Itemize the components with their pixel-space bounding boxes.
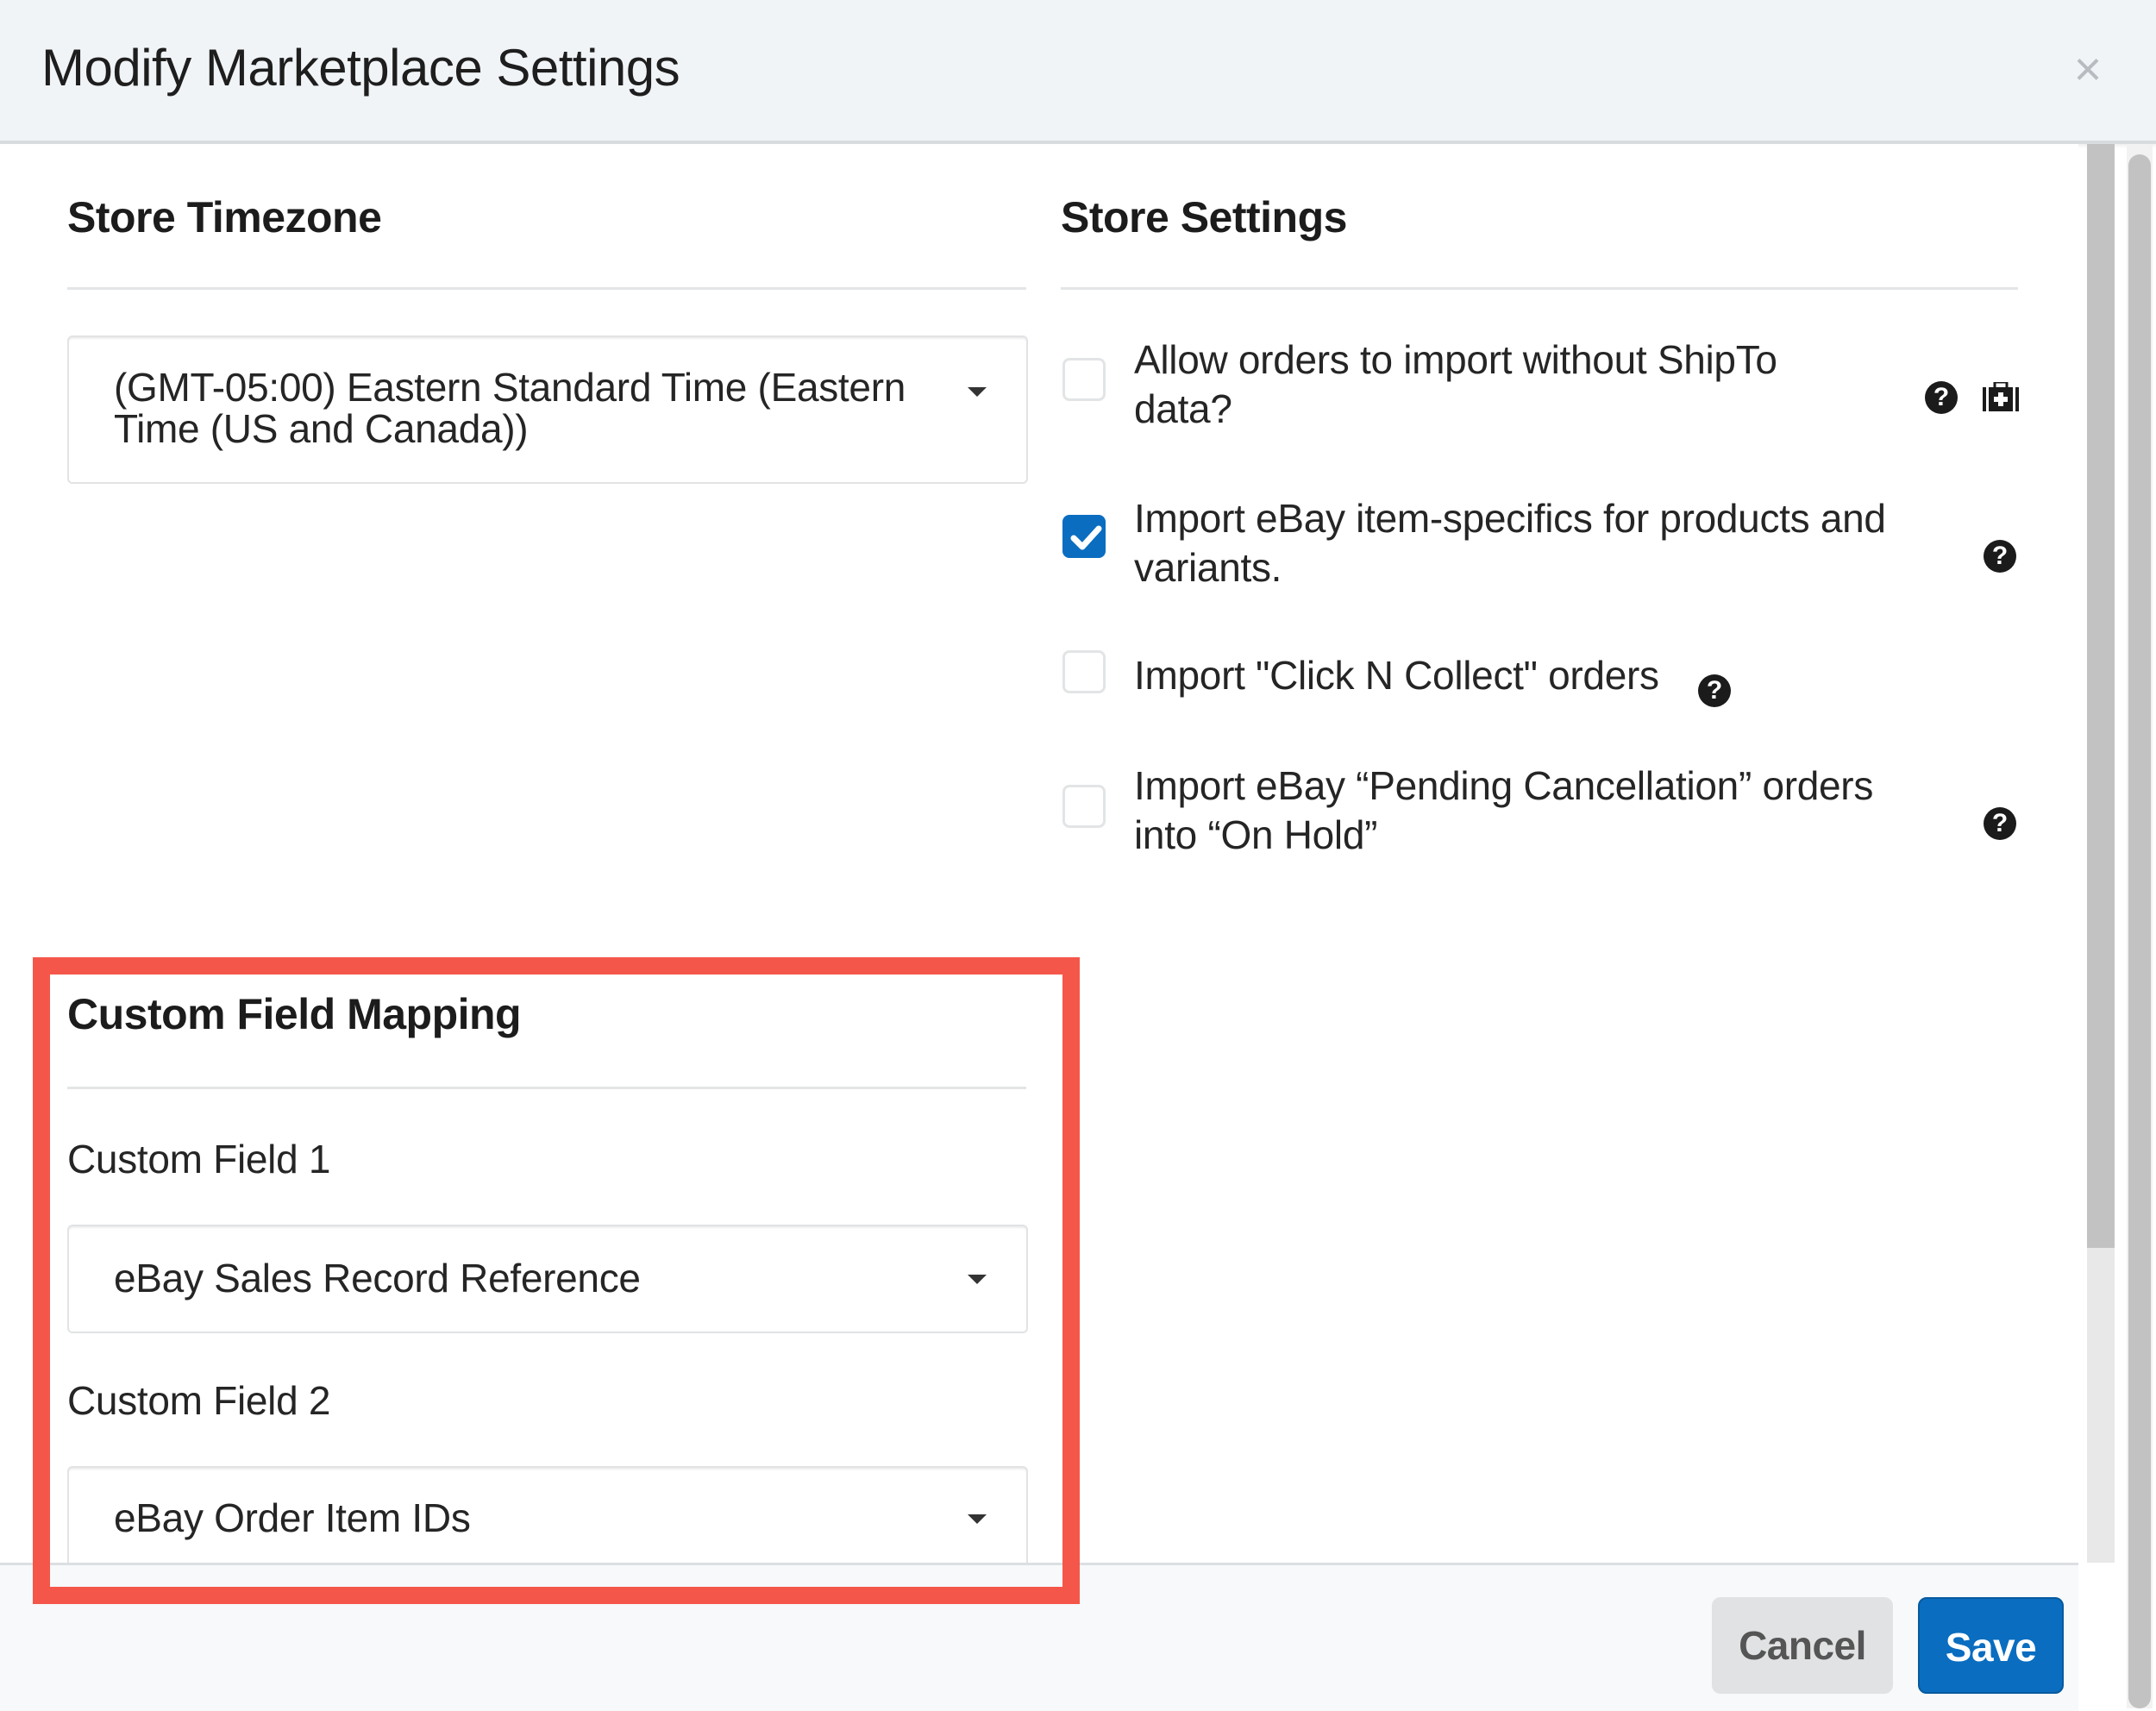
modal-header: Modify Marketplace Settings × xyxy=(0,0,2156,144)
option-line: data? xyxy=(1134,386,1232,431)
store-settings-heading: Store Settings xyxy=(1061,193,1347,241)
store-settings-divider xyxy=(1061,287,2018,290)
option-line: Allow orders to import without ShipTo xyxy=(1134,337,1777,382)
custom-field-1-value: eBay Sales Record Reference xyxy=(114,1256,641,1300)
modal-title: Modify Marketplace Settings xyxy=(41,39,680,97)
custom-field-1-label: Custom Field 1 xyxy=(67,1137,331,1181)
allow-orders-without-shipto-label: Allow orders to import without ShipTo da… xyxy=(1134,335,1936,434)
modal-body: Store Timezone (GMT-05:00) Eastern Stand… xyxy=(0,144,2078,1590)
custom-field-divider xyxy=(67,1087,1026,1089)
close-icon[interactable]: × xyxy=(2066,45,2109,93)
custom-field-1-select[interactable]: eBay Sales Record Reference xyxy=(67,1225,1028,1333)
help-icon[interactable]: ? xyxy=(1984,807,2016,840)
page-scrollbar-thumb[interactable] xyxy=(2128,154,2151,1708)
timezone-divider xyxy=(67,287,1026,290)
import-pending-cancellation-checkbox[interactable] xyxy=(1062,785,1106,828)
page-scrollbar[interactable] xyxy=(2127,144,2153,1708)
save-button[interactable]: Save xyxy=(1918,1597,2064,1694)
import-item-specifics-checkbox[interactable] xyxy=(1062,515,1106,558)
timezone-line-2: Time (US and Canada)) xyxy=(114,406,529,451)
cancel-button[interactable]: Cancel xyxy=(1712,1597,1893,1694)
check-icon xyxy=(1070,525,1102,550)
custom-field-2-label: Custom Field 2 xyxy=(67,1378,331,1423)
import-click-n-collect-label: Import "Click N Collect" orders xyxy=(1134,653,1659,698)
chevron-down-icon xyxy=(968,387,987,397)
timezone-line-1: (GMT-05:00) Eastern Standard Time (Easte… xyxy=(114,365,906,410)
help-icon[interactable]: ? xyxy=(1925,381,1958,414)
modal-scrollbar-thumb[interactable] xyxy=(2087,144,2115,1248)
chevron-down-icon xyxy=(968,1514,987,1524)
import-click-n-collect-checkbox[interactable] xyxy=(1062,650,1106,693)
option-line: Import eBay item-specifics for products … xyxy=(1134,496,1886,541)
modal-footer: Cancel Save xyxy=(0,1563,2078,1711)
import-pending-cancellation-label: Import eBay “Pending Cancellation” order… xyxy=(1134,761,1936,860)
option-line: Import eBay “Pending Cancellation” order… xyxy=(1134,763,1874,808)
help-icon[interactable]: ? xyxy=(1698,674,1731,707)
timezone-select-value: (GMT-05:00) Eastern Standard Time (Easte… xyxy=(114,367,906,449)
timezone-select[interactable]: (GMT-05:00) Eastern Standard Time (Easte… xyxy=(67,335,1028,484)
custom-field-2-value: eBay Order Item IDs xyxy=(114,1495,471,1540)
import-item-specifics-label: Import eBay item-specifics for products … xyxy=(1134,494,1936,592)
modal-scrollbar[interactable] xyxy=(2087,144,2115,1563)
help-icon[interactable]: ? xyxy=(1984,540,2016,573)
chevron-down-icon xyxy=(968,1275,987,1284)
custom-field-mapping-heading: Custom Field Mapping xyxy=(67,990,522,1038)
option-line: variants. xyxy=(1134,545,1282,590)
allow-orders-without-shipto-checkbox[interactable] xyxy=(1062,358,1106,401)
option-line: into “On Hold” xyxy=(1134,812,1378,857)
medkit-icon[interactable] xyxy=(1982,382,2020,413)
store-timezone-heading: Store Timezone xyxy=(67,193,382,241)
